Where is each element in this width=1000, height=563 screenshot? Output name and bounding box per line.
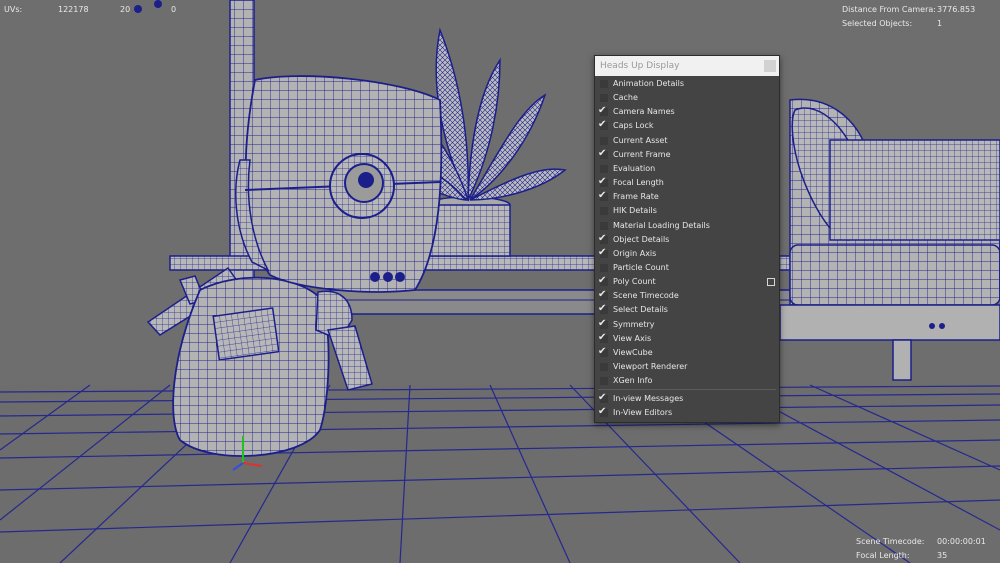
heads-up-display-menu: Heads Up Display Animation Details Cache ✔… <box>594 55 780 423</box>
hud-distance-value: 3776.853 <box>937 5 976 14</box>
check-icon: ✔ <box>598 331 607 343</box>
hud-uvs-extra: 20 <box>120 5 131 14</box>
hud-focal-value: 35 <box>937 551 948 560</box>
menu-item[interactable]: ✔ Poly Count <box>595 275 779 289</box>
menu-item[interactable]: Cache <box>595 91 779 105</box>
checkbox[interactable] <box>600 221 608 230</box>
menu-item-label: HIK Details <box>613 206 657 216</box>
checkbox[interactable] <box>600 80 608 88</box>
menu-item-label: Object Details <box>613 234 670 244</box>
menu-item-label: Caps Lock <box>613 121 654 131</box>
menu-item-label: View Axis <box>613 333 652 343</box>
checkbox[interactable] <box>600 263 608 272</box>
menu-item-label: Camera Names <box>613 107 675 117</box>
checkbox[interactable] <box>600 363 608 371</box>
menu-item[interactable]: ✔ In-View Editors <box>595 406 779 420</box>
menu-title-bar[interactable]: Heads Up Display <box>595 56 779 76</box>
checkbox[interactable] <box>600 377 608 386</box>
menu-item-label: In-view Messages <box>613 394 684 404</box>
menu-item[interactable]: Current Asset <box>595 134 779 148</box>
check-icon: ✔ <box>598 392 607 404</box>
check-icon: ✔ <box>598 303 607 315</box>
check-icon: ✔ <box>598 406 607 418</box>
hud-focal-label: Focal Length: <box>856 551 910 560</box>
menu-item[interactable]: ✔ Current Frame <box>595 148 779 162</box>
menu-item-label: Poly Count <box>613 277 656 287</box>
3d-viewport[interactable] <box>0 0 1000 563</box>
check-icon: ✔ <box>598 147 607 159</box>
menu-separator <box>598 389 776 391</box>
floor-grid <box>0 384 1000 563</box>
menu-item-label: Viewport Renderer <box>613 362 688 371</box>
menu-item[interactable]: Animation Details <box>595 77 779 91</box>
menu-item-label: Frame Rate <box>613 192 659 202</box>
menu-item[interactable]: ✔ Object Details <box>595 233 779 247</box>
sofa <box>779 98 1000 381</box>
menu-item-label: Scene Timecode <box>613 291 679 301</box>
menu-item-label: Particle Count <box>613 262 669 272</box>
menu-item-label: Current Frame <box>613 149 671 159</box>
menu-item[interactable]: ✔ Origin Axis <box>595 247 779 261</box>
checkbox[interactable] <box>600 164 608 173</box>
menu-item[interactable]: ✔ Symmetry <box>595 318 779 332</box>
menu-item[interactable]: Viewport Renderer <box>595 360 779 374</box>
menu-item-label: In-View Editors <box>613 408 673 418</box>
checkbox[interactable] <box>600 136 608 145</box>
menu-item[interactable]: ✔ Camera Names <box>595 105 779 119</box>
check-icon: ✔ <box>598 105 607 117</box>
menu-item-label: Evaluation <box>613 163 656 173</box>
menu-item[interactable]: ✔ Frame Rate <box>595 190 779 204</box>
menu-item[interactable]: XGen Info <box>595 374 779 388</box>
check-icon: ✔ <box>598 275 607 287</box>
hud-selected-label: Selected Objects: <box>842 19 913 28</box>
menu-item-label: Current Asset <box>613 135 668 145</box>
hud-timecode-label: Scene Timecode: <box>856 537 925 546</box>
checkbox[interactable] <box>600 94 608 103</box>
menu-item-label: Cache <box>613 93 638 103</box>
hud-selected-value: 1 <box>937 19 943 28</box>
tear-off-icon[interactable] <box>764 60 776 72</box>
hud-uvs-extra2: 0 <box>171 5 177 14</box>
hud-uvs-label: UVs: <box>4 5 23 14</box>
check-icon: ✔ <box>598 317 607 329</box>
menu-item[interactable]: ✔ ViewCube <box>595 346 779 360</box>
check-icon: ✔ <box>598 246 607 258</box>
hud-distance-label: Distance From Camera: <box>842 5 936 14</box>
checkbox[interactable] <box>600 207 608 216</box>
check-icon: ✔ <box>598 232 607 244</box>
menu-item[interactable]: Evaluation <box>595 162 779 176</box>
menu-item[interactable]: ✔ In-view Messages <box>595 392 779 406</box>
menu-item[interactable]: ✔ Select Details <box>595 303 779 317</box>
menu-item[interactable]: Material Loading Details <box>595 219 779 233</box>
check-icon: ✔ <box>598 289 607 301</box>
menu-item-label: XGen Info <box>613 376 653 386</box>
menu-item-label: Symmetry <box>613 319 655 329</box>
check-icon: ✔ <box>598 190 607 202</box>
menu-item-label: Origin Axis <box>613 248 657 258</box>
check-icon: ✔ <box>598 119 607 131</box>
menu-item-label: Animation Details <box>613 79 685 88</box>
menu-item-label: ViewCube <box>613 347 653 357</box>
hud-uvs-value: 122178 <box>58 5 89 14</box>
check-icon: ✔ <box>598 345 607 357</box>
menu-item[interactable]: HIK Details <box>595 204 779 218</box>
menu-item-label: Select Details <box>613 305 668 315</box>
menu-item[interactable]: ✔ Caps Lock <box>595 119 779 133</box>
menu-item[interactable]: ✔ Scene Timecode <box>595 289 779 303</box>
menu-item[interactable]: ✔ View Axis <box>595 332 779 346</box>
menu-title: Heads Up Display <box>600 61 680 71</box>
check-icon: ✔ <box>598 176 607 188</box>
menu-item-label: Material Loading Details <box>613 220 710 230</box>
menu-item-label: Focal Length <box>613 178 664 188</box>
menu-item[interactable]: ✔ Focal Length <box>595 176 779 190</box>
hud-timecode-value: 00:00:00:01 <box>937 537 986 546</box>
option-box-icon[interactable] <box>767 278 775 287</box>
menu-item[interactable]: Particle Count <box>595 261 779 275</box>
